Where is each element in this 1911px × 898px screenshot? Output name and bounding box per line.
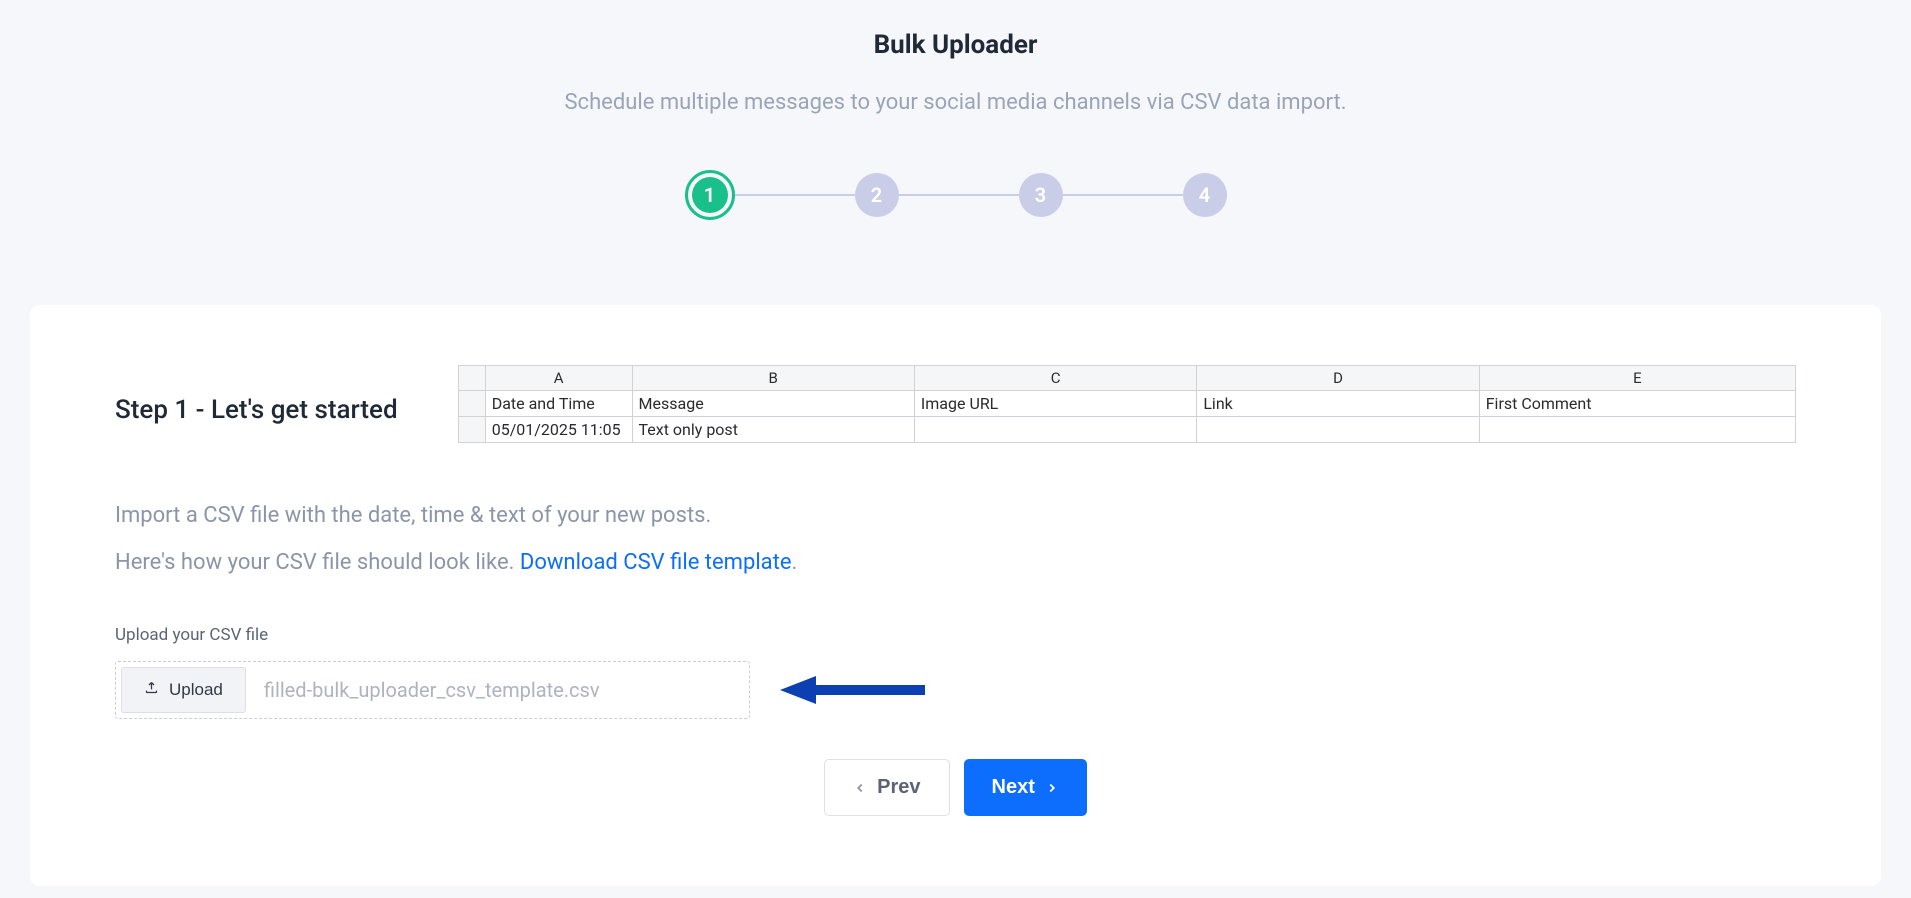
cell-link [1197,417,1479,443]
col-b: B [632,366,914,391]
header-comment: First Comment [1479,391,1795,417]
step-connector [899,194,1019,196]
step-2[interactable]: 2 [855,173,899,217]
cell-comment [1479,417,1795,443]
step-connector [1063,194,1183,196]
cell-message: Text only post [632,417,914,443]
arrow-annotation [780,672,930,708]
upload-button[interactable]: Upload [121,667,246,713]
page-title: Bulk Uploader [30,30,1881,60]
step-1[interactable]: 1 [685,170,735,220]
col-a: A [485,366,632,391]
description-line-2: Here's how your CSV file should look lik… [115,550,1796,575]
step-connector [735,194,855,196]
row-2-num [458,417,485,443]
col-d: D [1197,366,1479,391]
page-subtitle: Schedule multiple messages to your socia… [30,90,1881,115]
col-c: C [914,366,1196,391]
step-4-number: 4 [1199,183,1210,207]
desc2-suffix: . [792,550,798,575]
spreadsheet-table: A B C D E Date and Time Message Image UR… [458,365,1796,443]
header-message: Message [632,391,914,417]
upload-label: Upload your CSV file [115,625,1796,645]
stepper: 1 2 3 4 [30,170,1881,220]
cell-date: 05/01/2025 11:05 [485,417,632,443]
col-e: E [1479,366,1795,391]
chevron-left-icon [853,781,867,795]
prev-button-label: Prev [877,776,920,799]
step-4[interactable]: 4 [1183,173,1227,217]
uploaded-filename: filled-bulk_uploader_csv_template.csv [246,678,600,702]
description-line-1: Import a CSV file with the date, time & … [115,503,1796,528]
step-card: Step 1 - Let's get started A B C D E Dat… [30,305,1881,886]
upload-button-label: Upload [169,680,223,700]
header-link: Link [1197,391,1479,417]
step-3[interactable]: 3 [1019,173,1063,217]
step-2-number: 2 [871,183,882,207]
upload-dropzone[interactable]: Upload filled-bulk_uploader_csv_template… [115,661,750,719]
download-template-link[interactable]: Download CSV file template [520,550,792,575]
cell-image [914,417,1196,443]
step-3-number: 3 [1035,183,1046,207]
row-1-num [458,391,485,417]
upload-icon [144,680,159,700]
header-date: Date and Time [485,391,632,417]
sheet-corner [458,366,485,391]
spreadsheet-preview: A B C D E Date and Time Message Image UR… [458,365,1796,443]
card-top-row: Step 1 - Let's get started A B C D E Dat… [115,365,1796,443]
step-title: Step 1 - Let's get started [115,365,398,425]
header: Bulk Uploader Schedule multiple messages… [30,20,1881,220]
chevron-right-icon [1045,781,1059,795]
step-1-number: 1 [692,177,728,213]
header-image: Image URL [914,391,1196,417]
next-button[interactable]: Next [964,759,1087,816]
upload-row: Upload filled-bulk_uploader_csv_template… [115,661,1796,719]
page-container: Bulk Uploader Schedule multiple messages… [0,0,1911,886]
prev-button[interactable]: Prev [824,759,949,816]
next-button-label: Next [992,776,1035,799]
nav-buttons: Prev Next [115,759,1796,816]
desc2-prefix: Here's how your CSV file should look lik… [115,550,520,575]
